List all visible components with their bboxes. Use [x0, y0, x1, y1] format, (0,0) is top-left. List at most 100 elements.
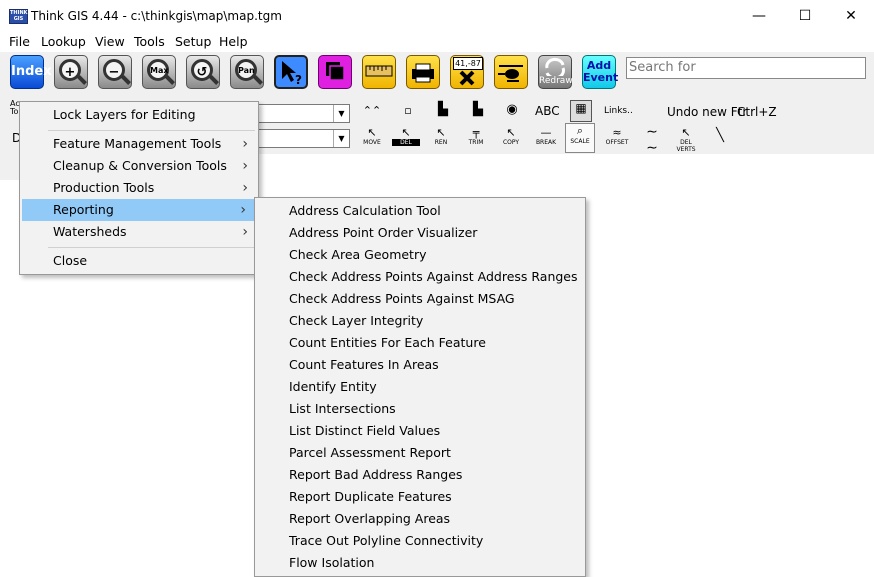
menu-help[interactable]: Help: [219, 34, 248, 49]
pointer-icon: ↖: [681, 126, 691, 139]
report-item[interactable]: List Distinct Field Values: [255, 420, 585, 442]
zoom-max-button[interactable]: Max: [142, 55, 176, 89]
gps-button[interactable]: [494, 55, 528, 89]
pointer-question-icon: ?: [282, 61, 302, 87]
helicopter-icon: [498, 65, 523, 82]
menu-lookup[interactable]: Lookup: [41, 34, 86, 49]
menu-item-watersheds[interactable]: Watersheds ›: [20, 221, 258, 243]
break-icon: —: [540, 126, 552, 139]
chevron-down-icon: ▼: [333, 130, 349, 147]
report-item[interactable]: Count Features In Areas: [255, 354, 585, 376]
ruler-icon: [365, 65, 393, 77]
close-button[interactable]: ✕: [828, 0, 874, 32]
coordinates-button[interactable]: 41,-87: [450, 55, 484, 89]
menu-item-lock-layers[interactable]: Lock Layers for Editing: [20, 104, 258, 126]
menu-tools[interactable]: Tools: [134, 34, 165, 49]
menu-file[interactable]: File: [9, 34, 30, 49]
measure-button[interactable]: [362, 55, 396, 89]
zoom-out-button[interactable]: −: [98, 55, 132, 89]
move-tool[interactable]: ↖ MOVE: [358, 126, 386, 146]
menu-item-close[interactable]: Close: [20, 250, 258, 272]
printer-icon: [412, 63, 434, 83]
add-event-label-line2: Event: [583, 71, 619, 84]
node-icon[interactable]: ◉: [502, 102, 522, 117]
menu-item-production-tools[interactable]: Production Tools ›: [20, 177, 258, 199]
select-identify-button[interactable]: ?: [274, 55, 308, 89]
crosshair-icon: [459, 70, 475, 86]
report-item[interactable]: Check Address Points Against MSAG: [255, 288, 585, 310]
delete-tool[interactable]: ↖ DEL: [392, 126, 420, 146]
pattern-icon[interactable]: ▦: [570, 100, 592, 122]
report-item[interactable]: Check Area Geometry: [255, 244, 585, 266]
report-item[interactable]: Report Bad Address Ranges: [255, 464, 585, 486]
polyline-icon[interactable]: ⌃⌃: [362, 104, 382, 117]
text-abc-button[interactable]: ABC: [535, 104, 560, 118]
maximize-button[interactable]: ☐: [782, 0, 828, 32]
smooth-icon[interactable]: ∼ ∼: [638, 124, 666, 156]
report-item[interactable]: Check Address Points Against Address Ran…: [255, 266, 585, 288]
left-nav-strip: [0, 154, 20, 180]
point-icon[interactable]: ▫: [398, 104, 418, 117]
report-item[interactable]: Count Entities For Each Feature: [255, 332, 585, 354]
redraw-button[interactable]: Redraw: [538, 55, 573, 89]
chevron-right-icon: ›: [240, 202, 246, 218]
window-title: Think GIS 4.44 - c:\thinkgis\map\map.tgm: [31, 9, 282, 23]
menu-item-feature-management[interactable]: Feature Management Tools ›: [20, 133, 258, 155]
report-item[interactable]: Address Point Order Visualizer: [255, 222, 585, 244]
menu-bar: File Lookup View Tools Setup Help: [0, 32, 874, 52]
reporting-submenu: Address Calculation Tool Address Point O…: [254, 197, 586, 577]
redraw-label: Redraw: [539, 76, 573, 86]
add-event-button[interactable]: Add Event: [582, 55, 619, 89]
minimize-button[interactable]: —: [736, 0, 782, 32]
report-item[interactable]: Check Layer Integrity: [255, 310, 585, 332]
menu-setup[interactable]: Setup: [175, 34, 211, 49]
line-icon[interactable]: ╲: [710, 128, 730, 143]
title-bar: THINK GIS Think GIS 4.44 - c:\thinkgis\m…: [0, 0, 874, 32]
break-tool[interactable]: — BREAK: [532, 126, 560, 146]
chevron-right-icon: ›: [242, 158, 248, 174]
menu-view[interactable]: View: [95, 34, 125, 49]
building-icon[interactable]: ▙: [432, 102, 454, 117]
layers-button[interactable]: [318, 55, 352, 89]
pan-button[interactable]: Pan: [230, 55, 264, 89]
offset-tool[interactable]: ≈ OFFSET: [603, 126, 631, 146]
layers-icon: [326, 62, 345, 81]
offset-icon: ≈: [612, 126, 622, 139]
pointer-icon: ↖: [401, 126, 411, 139]
search-input[interactable]: Search for: [626, 57, 866, 79]
copy-tool[interactable]: ↖ COPY: [497, 126, 525, 146]
app-logo-icon: THINK GIS: [9, 9, 28, 24]
report-item[interactable]: Trace Out Polyline Connectivity: [255, 530, 585, 552]
menu-item-reporting[interactable]: Reporting ›: [22, 199, 256, 221]
report-item[interactable]: Report Duplicate Features: [255, 486, 585, 508]
trim-tool[interactable]: ╤ TRIM: [462, 126, 490, 146]
pointer-icon: ↖: [506, 126, 516, 139]
magnifier-icon: ⌕: [576, 124, 584, 137]
report-item[interactable]: Address Calculation Tool: [255, 200, 585, 222]
area-icon[interactable]: ▙: [467, 102, 489, 117]
trim-icon: ╤: [472, 126, 480, 139]
chevron-right-icon: ›: [242, 136, 248, 152]
scale-tool[interactable]: ⌕ SCALE: [565, 123, 595, 153]
zoom-in-button[interactable]: +: [54, 55, 88, 89]
report-item[interactable]: Parcel Assessment Report: [255, 442, 585, 464]
rename-tool[interactable]: ↖ REN: [427, 126, 455, 146]
chevron-right-icon: ›: [242, 180, 248, 196]
report-item[interactable]: Report Overlapping Areas: [255, 508, 585, 530]
chevron-down-icon: ▼: [333, 105, 349, 122]
delete-vertices-tool[interactable]: ↖ DEL VERTS: [672, 126, 700, 153]
svg-text:?: ?: [295, 73, 302, 87]
undo-shortcut: Ctrl+Z: [737, 105, 777, 119]
menu-item-cleanup-conversion[interactable]: Cleanup & Conversion Tools ›: [20, 155, 258, 177]
index-button[interactable]: Index: [10, 55, 52, 89]
report-item[interactable]: Flow Isolation: [255, 552, 585, 574]
context-menu: Lock Layers for Editing Feature Manageme…: [19, 101, 259, 275]
pointer-icon: ↖: [436, 126, 446, 139]
pointer-icon: ↖: [367, 126, 377, 139]
zoom-previous-button[interactable]: ↺: [186, 55, 220, 89]
report-item[interactable]: List Intersections: [255, 398, 585, 420]
report-item[interactable]: Identify Entity: [255, 376, 585, 398]
links-button[interactable]: Links..: [604, 106, 633, 116]
undo-button[interactable]: Undo new Ftr: [667, 105, 747, 119]
print-button[interactable]: [406, 55, 440, 89]
